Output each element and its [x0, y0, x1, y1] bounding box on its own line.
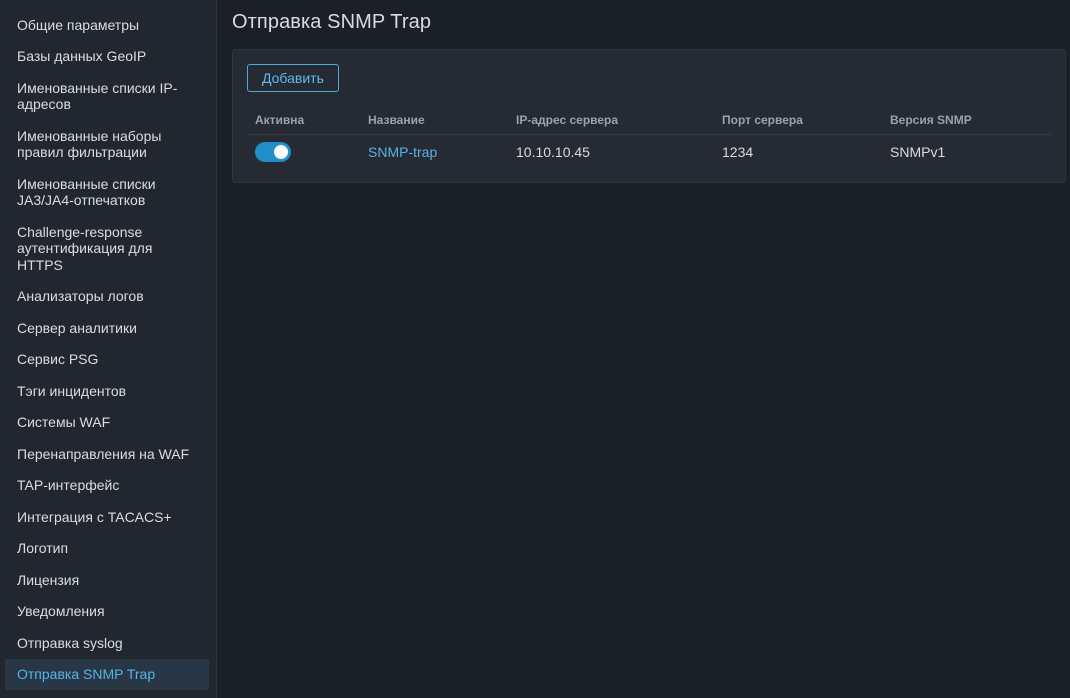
- sidebar-item-tacacs[interactable]: Интеграция с TACACS+: [5, 501, 209, 533]
- column-header-ip[interactable]: IP-адрес сервера: [508, 107, 714, 135]
- row-name-link[interactable]: SNMP-trap: [368, 144, 437, 160]
- sidebar-item-syslog[interactable]: Отправка syslog: [5, 627, 209, 659]
- column-header-name[interactable]: Название: [360, 107, 508, 135]
- column-header-port[interactable]: Порт сервера: [714, 107, 882, 135]
- sidebar-item-log-analyzers[interactable]: Анализаторы логов: [5, 281, 209, 313]
- sidebar-item-waf-systems[interactable]: Системы WAF: [5, 407, 209, 439]
- sidebar-item-license[interactable]: Лицензия: [5, 564, 209, 596]
- cell-ip: 10.10.10.45: [516, 144, 590, 160]
- active-toggle[interactable]: [255, 142, 291, 162]
- snmp-trap-table: Активна Название IP-адрес сервера Порт с…: [247, 107, 1051, 168]
- sidebar-item-snmp-trap[interactable]: Отправка SNMP Trap: [5, 658, 209, 690]
- table-row: SNMP-trap 10.10.10.45 1234 SNMPv1: [247, 135, 1051, 169]
- add-button[interactable]: Добавить: [247, 64, 339, 92]
- cell-port: 1234: [722, 144, 754, 160]
- page-title: Отправка SNMP Trap: [232, 11, 432, 33]
- sidebar-item-incident-tags[interactable]: Тэги инцидентов: [5, 375, 209, 407]
- sidebar-item-analytics-server[interactable]: Сервер аналитики: [5, 312, 209, 344]
- toggle-knob: [274, 145, 288, 159]
- table-header-row: Активна Название IP-адрес сервера Порт с…: [247, 107, 1051, 135]
- main-content: Отправка SNMP Trap Добавить Активна Назв…: [217, 0, 1070, 698]
- cell-name: SNMP-trap: [360, 135, 508, 169]
- column-header-active[interactable]: Активна: [247, 107, 360, 135]
- sidebar-item-geoip[interactable]: Базы данных GeoIP: [5, 41, 209, 73]
- app-root: Общие параметры Базы данных GeoIP Именов…: [0, 0, 1070, 698]
- snmp-trap-panel: Добавить Активна Название IP-адрес серве…: [232, 49, 1066, 183]
- sidebar-item-notifications[interactable]: Уведомления: [5, 596, 209, 628]
- cell-active: [247, 135, 360, 169]
- cell-version: SNMPv1: [890, 144, 946, 160]
- sidebar-item-tap-interface[interactable]: TAP-интерфейс: [5, 470, 209, 502]
- sidebar-item-ja3-lists[interactable]: Именованные списки JA3/JA4-отпечатков: [5, 168, 209, 216]
- sidebar-item-filter-rules[interactable]: Именованные наборы правил фильтрации: [5, 120, 209, 168]
- sidebar-item-general[interactable]: Общие параметры: [5, 9, 209, 41]
- sidebar-item-logo[interactable]: Логотип: [5, 533, 209, 565]
- sidebar-item-waf-redirects[interactable]: Перенаправления на WAF: [5, 438, 209, 470]
- sidebar-item-challenge-response[interactable]: Challenge-response аутентификация для HT…: [5, 216, 209, 281]
- column-header-version[interactable]: Версия SNMP: [882, 107, 1051, 135]
- sidebar: Общие параметры Базы данных GeoIP Именов…: [0, 0, 217, 698]
- sidebar-item-ip-lists[interactable]: Именованные списки IP-адресов: [5, 72, 209, 120]
- sidebar-item-psg[interactable]: Сервис PSG: [5, 344, 209, 376]
